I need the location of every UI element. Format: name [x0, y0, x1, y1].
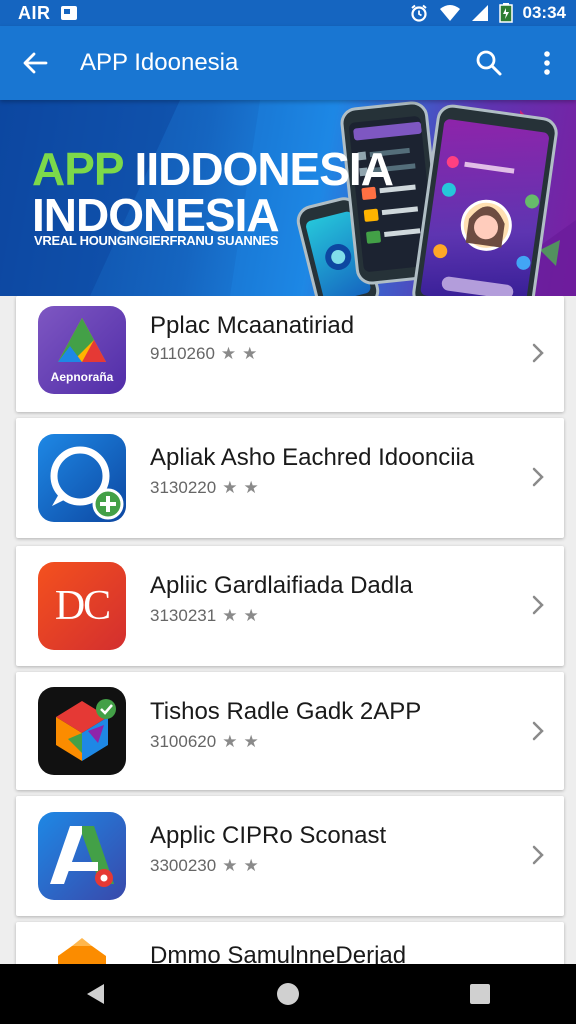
- star-icon: ★: [243, 856, 259, 875]
- screen: AIR 03:34 APP Idoonesia APP IIDDONESIA I…: [0, 0, 576, 1024]
- app-name: Applic CIPRo Sconast: [150, 822, 387, 849]
- app-meta: 3300230 ★ ★: [150, 856, 259, 876]
- list-item[interactable]: Apliak Asho Eachred Idoonciia 3130220 ★ …: [16, 418, 564, 538]
- chevron-right-icon: [528, 462, 548, 492]
- app-code: 3300230: [150, 856, 217, 875]
- star-icon: ★: [222, 478, 238, 497]
- app-name: Tishos Radle Gadk 2APP: [150, 698, 422, 725]
- banner-tagline: VREAL HOUNGINGIERFRANU SUANNES: [34, 233, 279, 248]
- carrier-label: AIR: [18, 2, 51, 23]
- list-item[interactable]: Dmmo SamulnneDerjad: [16, 922, 564, 964]
- dc-logo-icon: DC: [38, 562, 126, 650]
- triangle-logo-icon: Aepnoraña: [38, 306, 126, 394]
- chevron-right-icon: [528, 338, 548, 368]
- app-name: Apliic Gardlaifiada Dadla: [150, 572, 413, 599]
- app-icon-label: Aepnoraña: [50, 370, 114, 384]
- star-icon: ★: [222, 856, 238, 875]
- app-meta: 9110260 ★ ★: [150, 344, 257, 364]
- chat-bubble-plus-icon: [38, 434, 126, 522]
- app-bar-actions: [460, 26, 576, 100]
- app-icon-label: DC: [54, 583, 111, 629]
- app-code: 9110260: [150, 344, 215, 363]
- notification-icon: [60, 6, 77, 20]
- star-icon: ★: [222, 732, 238, 751]
- star-icon: ★: [242, 344, 258, 363]
- signal-icon: [471, 4, 489, 22]
- partial-app-icon: [38, 936, 126, 964]
- app-bar: APP Idoonesia: [0, 26, 576, 100]
- app-name: Apliak Asho Eachred Idoonciia: [150, 444, 475, 471]
- app-meta: 3100620 ★ ★: [150, 732, 259, 752]
- star-icon: ★: [243, 606, 259, 625]
- wifi-icon: [439, 4, 461, 22]
- app-code: 3130231: [150, 606, 217, 625]
- nav-recents-icon: [470, 984, 490, 1004]
- app-name: Pplac Mcaanatiriad: [150, 312, 355, 339]
- more-options-button[interactable]: [518, 26, 576, 100]
- app-meta: 3130220 ★ ★: [150, 478, 259, 498]
- more-vert-icon: [544, 51, 550, 75]
- back-button[interactable]: [0, 26, 70, 100]
- app-list: Aepnoraña Pplac Mcaanatiriad 9110260 ★ ★: [0, 296, 576, 964]
- star-icon: ★: [243, 478, 259, 497]
- page-title: APP Idoonesia: [80, 49, 239, 76]
- nav-home-icon: [277, 983, 299, 1005]
- star-icon: ★: [243, 732, 259, 751]
- letter-a-icon: [38, 812, 126, 900]
- list-item[interactable]: Tishos Radle Gadk 2APP 3100620 ★ ★: [16, 672, 564, 790]
- list-item[interactable]: DC Apliic Gardlaifiada Dadla 3130231 ★ ★: [16, 546, 564, 666]
- status-icons: 03:34: [409, 3, 566, 23]
- nav-home-button[interactable]: [248, 964, 328, 1024]
- list-item[interactable]: Applic CIPRo Sconast 3300230 ★ ★: [16, 796, 564, 916]
- app-meta: 3130231 ★ ★: [150, 606, 259, 626]
- app-name: Dmmo SamulnneDerjad: [150, 942, 407, 964]
- alarm-icon: [409, 3, 429, 23]
- colorful-cube-icon: [38, 687, 126, 775]
- app-code: 3130220: [150, 478, 217, 497]
- list-item[interactable]: Aepnoraña Pplac Mcaanatiriad 9110260 ★ ★: [16, 296, 564, 412]
- nav-back-icon: [87, 984, 104, 1004]
- promo-banner[interactable]: APP IIDDONESIA INDONESIA VREAL HOUNGINGI…: [0, 100, 576, 296]
- search-button[interactable]: [460, 26, 518, 100]
- star-icon: ★: [222, 606, 238, 625]
- clock: 03:34: [522, 3, 566, 22]
- nav-back-button[interactable]: [56, 964, 136, 1024]
- nav-recents-button[interactable]: [440, 964, 520, 1024]
- chevron-right-icon: [528, 840, 548, 870]
- back-arrow-icon: [23, 52, 48, 74]
- battery-icon: [498, 3, 513, 23]
- chevron-right-icon: [528, 716, 548, 746]
- app-code: 3100620: [150, 732, 217, 751]
- search-icon: [476, 50, 502, 76]
- chevron-right-icon: [528, 590, 548, 620]
- status-bar: AIR 03:34: [0, 0, 576, 26]
- system-nav-bar: [0, 964, 576, 1024]
- star-icon: ★: [220, 344, 237, 363]
